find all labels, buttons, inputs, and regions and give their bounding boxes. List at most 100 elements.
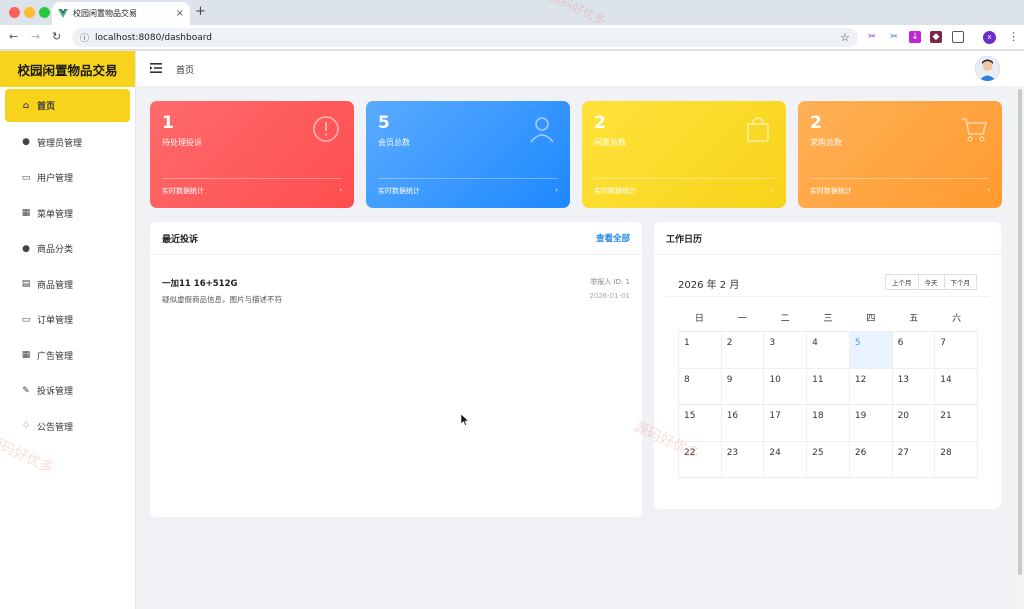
calendar-day[interactable]: 4 — [807, 332, 850, 369]
sidebar-item-label: 用户管理 — [37, 174, 74, 185]
calendar-day[interactable]: 20 — [892, 405, 936, 442]
stat-card-idle-items[interactable]: 2 闲置总数 实时数据统计 › — [582, 101, 786, 208]
stat-footer: 实时数据统计 › — [162, 178, 342, 196]
calendar-day[interactable]: 9 — [721, 368, 765, 405]
bell-icon: ♢ — [21, 421, 31, 432]
back-icon[interactable]: ← — [9, 30, 18, 43]
sidebar-item-users[interactable]: ▭ 用户管理 — [0, 160, 135, 196]
browser-toolbar: ← → ↻ ⓘ localhost:8080/dashboard ☆ ✂ ✂ ↓… — [0, 25, 1024, 50]
work-calendar-panel: 工作日历 2026 年 2 月 上个月 今天 下个月 日一二三四五六 12345… — [654, 222, 1001, 509]
chevron-right-icon: › — [555, 186, 558, 194]
sidebar-item-label: 投诉管理 — [37, 387, 74, 398]
calendar-grid: 日一二三四五六 1 2 3 4 5 6 7 8 9 10 11 12 13 14 15 16 17 18 19 20 2… — [678, 311, 978, 478]
chevron-right-icon: › — [339, 186, 342, 194]
brand-title: 校园闲置物品交易 — [0, 51, 135, 87]
maximize-window-button[interactable] — [39, 7, 50, 18]
calendar-day[interactable]: 27 — [892, 441, 936, 478]
sidebar-item-home[interactable]: ⌂ 首页 — [5, 89, 130, 122]
calendar-day[interactable]: 2 — [721, 332, 765, 369]
site-info-icon[interactable]: ⓘ — [80, 31, 89, 44]
sidebar-item-label: 菜单管理 — [37, 209, 74, 220]
address-bar[interactable]: ⓘ localhost:8080/dashboard ☆ — [72, 28, 858, 47]
sidebar-item-orders[interactable]: ▭ 订单管理 — [0, 302, 135, 338]
divider — [666, 296, 989, 297]
tab-close-icon[interactable]: × — [176, 8, 184, 19]
calendar-day[interactable]: 15 — [679, 405, 722, 442]
reload-icon[interactable]: ↻ — [52, 30, 61, 43]
calendar-day[interactable]: 14 — [935, 368, 978, 405]
sidebar-item-ads[interactable]: ▦ 广告管理 — [0, 338, 135, 374]
cart-icon — [962, 118, 988, 142]
calendar-day[interactable]: 12 — [849, 368, 893, 405]
sidebar-item-notices[interactable]: ♢ 公告管理 — [0, 409, 135, 445]
calendar-day[interactable]: 1 — [679, 332, 722, 369]
stat-footer-label: 实时数据统计 — [594, 187, 636, 195]
calendar-day[interactable]: 16 — [721, 405, 765, 442]
sidebar-item-label: 广告管理 — [37, 351, 74, 362]
main-content: 1 待处理投诉 实时数据统计 › 5 会员总数 实时数据统计 › 2 闲置总数 实时… — [136, 87, 1016, 609]
sidebar-item-menus[interactable]: ▦ 菜单管理 — [0, 196, 135, 232]
panel-header: 最近投诉 查看全部 — [150, 222, 642, 255]
calendar-day[interactable]: 3 — [764, 332, 808, 369]
extension-tool-icon[interactable]: ✂ — [888, 31, 900, 43]
calendar-day[interactable]: 19 — [849, 405, 893, 442]
calendar-day[interactable]: 13 — [892, 368, 936, 405]
calendar-day[interactable]: 24 — [764, 441, 808, 478]
calendar-day-today[interactable]: 5 — [849, 332, 893, 369]
extension-app-icon[interactable]: ◆ — [930, 31, 942, 43]
forward-icon[interactable]: → — [31, 30, 40, 43]
calendar-day[interactable]: 21 — [935, 405, 978, 442]
grid-icon: ▦ — [21, 208, 31, 219]
stat-card-pending-complaints[interactable]: 1 待处理投诉 实时数据统计 › — [150, 101, 354, 208]
calendar-day[interactable]: 11 — [807, 368, 850, 405]
stat-footer: 实时数据统计 › — [810, 178, 990, 196]
prev-month-button[interactable]: 上个月 — [885, 274, 919, 290]
user-avatar[interactable] — [975, 56, 1000, 81]
sidebar-item-goods[interactable]: ▤ 商品管理 — [0, 267, 135, 303]
scrollbar-thumb[interactable] — [1018, 89, 1022, 575]
stat-footer-label: 实时数据统计 — [378, 187, 420, 195]
bookmark-star-icon[interactable]: ☆ — [840, 31, 850, 44]
stat-card-wanted[interactable]: 2 求购总数 实时数据统计 › — [798, 101, 1002, 208]
stat-footer: 实时数据统计 › — [594, 178, 774, 196]
home-icon: ⌂ — [22, 100, 30, 111]
calendar-day[interactable]: 6 — [892, 332, 936, 369]
sidebar-item-complaints[interactable]: ✎ 投诉管理 — [0, 373, 135, 409]
calendar-day[interactable]: 10 — [764, 368, 808, 405]
calendar-day[interactable]: 28 — [935, 441, 978, 478]
today-button[interactable]: 今天 — [918, 274, 945, 290]
minimize-window-button[interactable] — [24, 7, 35, 18]
tab-title: 校园闲置物品交易 — [73, 9, 137, 18]
view-all-link[interactable]: 查看全部 — [596, 232, 630, 244]
url-text: localhost:8080/dashboard — [95, 32, 212, 43]
close-window-button[interactable] — [9, 7, 20, 18]
calendar-day[interactable]: 23 — [721, 441, 765, 478]
calendar-day[interactable]: 26 — [849, 441, 893, 478]
complaint-item[interactable]: 一加11 16+512G 疑似虚假商品信息，图片与描述不符 举报人 ID: 1 … — [162, 277, 630, 305]
calendar-day[interactable]: 25 — [807, 441, 850, 478]
user-icon — [530, 117, 554, 143]
extensions-puzzle-icon[interactable] — [952, 31, 964, 43]
extension-scissors-icon[interactable]: ✂ — [866, 31, 878, 43]
sidebar-item-categories[interactable]: ● 商品分类 — [0, 231, 135, 267]
page-scrollbar[interactable] — [1016, 87, 1024, 609]
calendar-day[interactable]: 18 — [807, 405, 850, 442]
calendar-month-label: 2026 年 2 月 — [678, 280, 740, 291]
browser-menu-icon[interactable]: ⋮ — [1008, 30, 1019, 43]
stat-card-members[interactable]: 5 会员总数 实时数据统计 › — [366, 101, 570, 208]
panel-title: 最近投诉 — [162, 234, 199, 245]
document-icon: ▤ — [21, 279, 31, 290]
browser-tab[interactable]: 校园闲置物品交易 × — [52, 2, 190, 25]
chevron-right-icon: › — [987, 186, 990, 194]
sidebar-item-admin[interactable]: ● 管理员管理 — [0, 125, 135, 161]
calendar-day[interactable]: 8 — [679, 368, 722, 405]
extension-download-icon[interactable]: ↓ — [909, 31, 921, 43]
breadcrumb: 首页 — [176, 66, 195, 76]
calendar-day[interactable]: 7 — [935, 332, 978, 369]
bag-icon — [747, 117, 769, 142]
profile-avatar[interactable]: x — [983, 31, 996, 44]
next-month-button[interactable]: 下个月 — [944, 274, 977, 290]
menu-collapse-icon[interactable] — [150, 62, 162, 74]
new-tab-button[interactable]: + — [195, 4, 206, 19]
calendar-day[interactable]: 17 — [764, 405, 808, 442]
